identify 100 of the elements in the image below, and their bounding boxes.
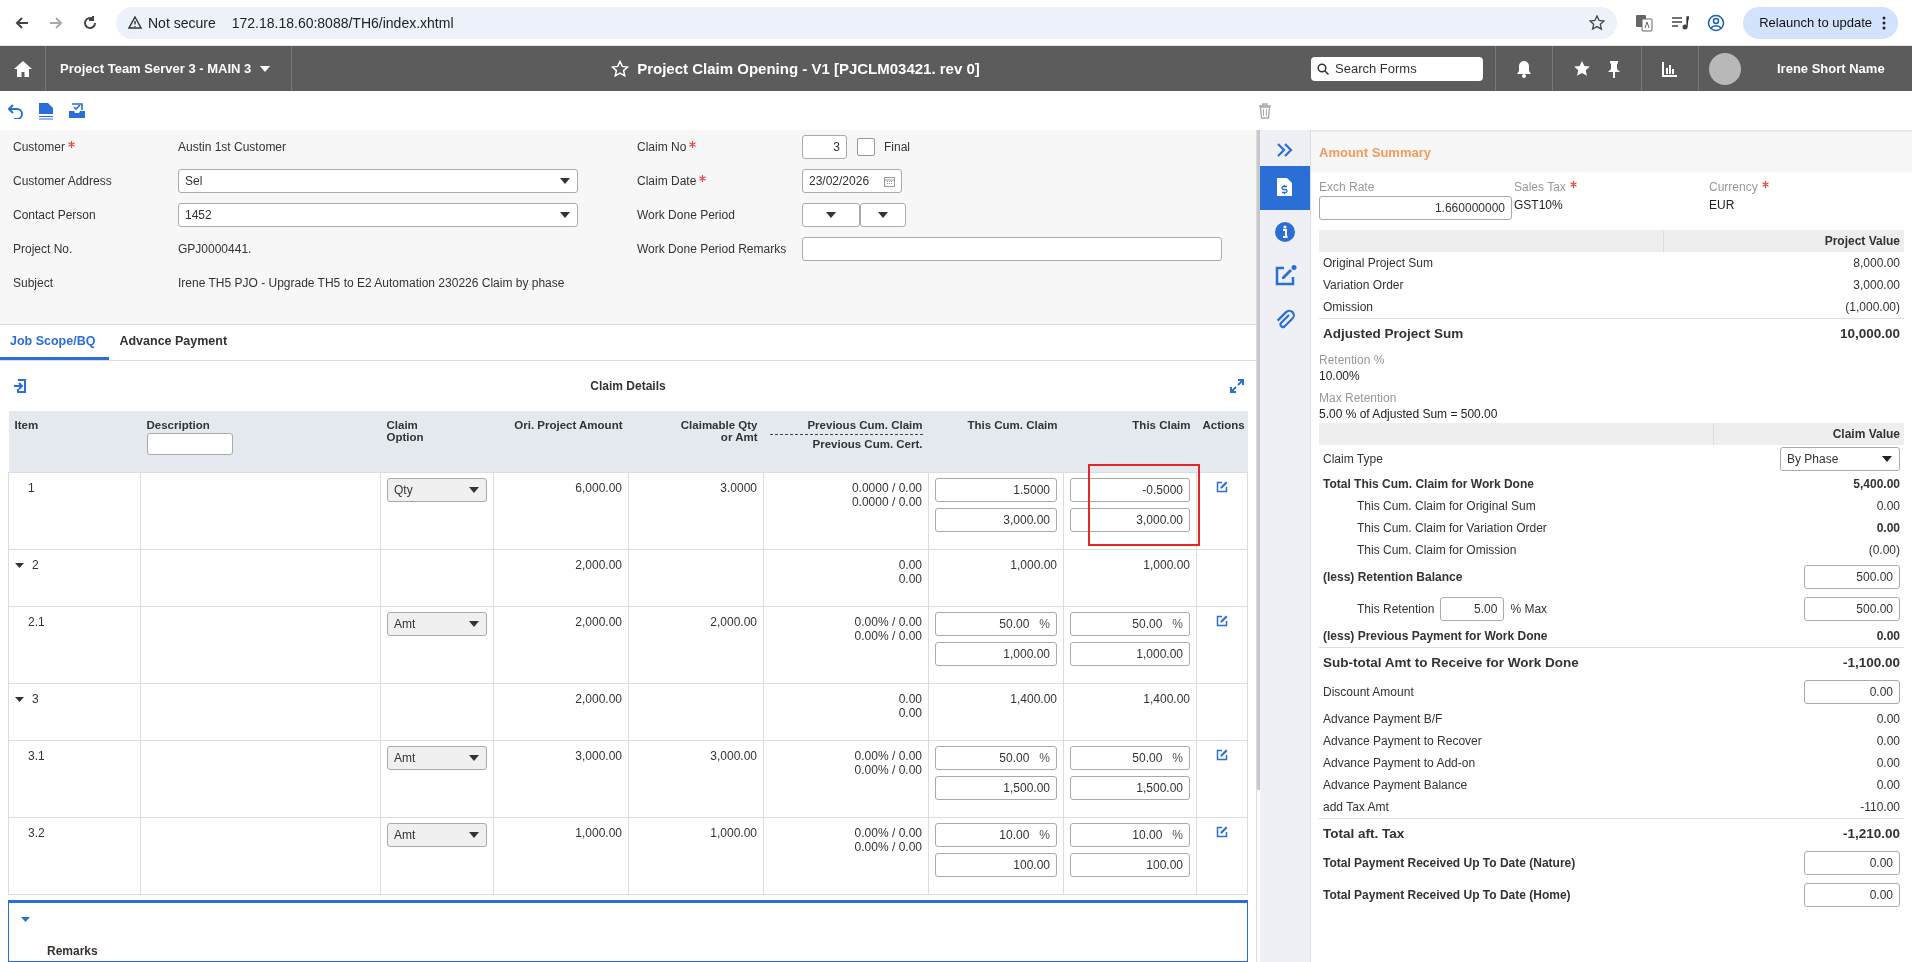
row-value: 0.00 <box>1876 712 1900 726</box>
reload-icon[interactable] <box>82 14 98 31</box>
number-field[interactable]: -0.5000 <box>1070 478 1190 502</box>
table-cell: 2 <box>32 558 39 572</box>
number-field[interactable]: 1,500.00 <box>1070 776 1190 800</box>
bar-chart-icon[interactable] <box>1662 60 1678 77</box>
number-field[interactable]: 10.00 % <box>1070 823 1190 847</box>
edit-icon[interactable] <box>1273 265 1297 287</box>
number-field[interactable]: 0.00 <box>1804 883 1900 907</box>
remarks-field[interactable] <box>802 237 1222 261</box>
table-cell: 3 <box>32 692 39 706</box>
bell-icon[interactable] <box>1516 59 1532 78</box>
edit-icon[interactable] <box>1216 481 1228 493</box>
dropdown[interactable]: Sel <box>178 169 578 193</box>
star-icon[interactable] <box>1573 59 1591 78</box>
import-icon[interactable] <box>14 379 26 393</box>
row-value: 10,000.00 <box>1839 325 1900 341</box>
collapse-chevrons-icon[interactable] <box>1276 142 1294 158</box>
number-field[interactable]: 3 <box>802 135 847 159</box>
translate-icon[interactable] <box>1635 13 1654 32</box>
caret-icon <box>559 211 571 219</box>
date-field[interactable]: 23/02/2026 <box>802 169 902 193</box>
dropdown[interactable]: By Phase <box>1780 447 1900 471</box>
caret-icon <box>259 64 272 73</box>
number-field[interactable]: 0.00 <box>1804 851 1900 875</box>
row-label: add Tax Amt <box>1323 800 1389 814</box>
number-field[interactable]: 3,000.00 <box>935 508 1057 532</box>
dropdown[interactable]: Qty <box>387 478 487 502</box>
media-queue-icon[interactable] <box>1671 14 1690 31</box>
avatar-circle[interactable] <box>1709 52 1741 85</box>
field-value: GPJ0000441. <box>178 242 252 256</box>
filter-field[interactable] <box>146 433 233 455</box>
row-label: Original Project Sum <box>1323 256 1434 270</box>
caret-down-icon[interactable] <box>15 560 24 570</box>
inbox-check-icon[interactable] <box>68 102 86 119</box>
table-cell-text: 1,400.00 <box>1009 692 1057 706</box>
number-field[interactable]: 50.00 % <box>1070 746 1190 770</box>
number-field[interactable]: 1.5000 <box>935 478 1057 502</box>
field-value: Irene TH5 PJO - Upgrade TH5 to E2 Automation 230226 Claim by phase <box>178 276 565 290</box>
column-header: Actions <box>1202 419 1242 431</box>
dropdown[interactable]: 1452 <box>178 203 578 227</box>
bookmark-star-icon[interactable] <box>1589 14 1606 31</box>
number-field[interactable]: 1,000.00 <box>935 642 1057 666</box>
edit-icon[interactable] <box>1216 615 1228 627</box>
table-cell-text: 2,000.00 <box>574 692 622 706</box>
caret-down-icon[interactable] <box>15 694 24 704</box>
tab[interactable]: Job Scope/BQ <box>0 325 110 360</box>
address-bar[interactable]: Not secure 172.18.18.60:8088/TH6/index.xhtml <box>116 6 1618 39</box>
number-field[interactable]: 100.00 <box>1070 853 1190 877</box>
number-field[interactable]: 1.660000000 <box>1319 196 1512 220</box>
file-icon[interactable] <box>38 101 54 120</box>
column-header: Description <box>146 419 211 431</box>
row-label: This Cum. Claim for Original Sum <box>1356 499 1536 513</box>
search-field[interactable]: Search Forms <box>1311 56 1483 81</box>
more-icon <box>1882 15 1886 30</box>
dropdown[interactable]: Amt <box>387 823 487 847</box>
user-name[interactable]: Irene Short Name <box>1777 61 1885 76</box>
edit-icon[interactable] <box>1216 826 1228 838</box>
field-label: Sales Tax <box>1514 180 1566 194</box>
info-icon[interactable] <box>1273 221 1297 243</box>
table-cell-text: 2,000.00 <box>574 558 622 572</box>
number-field[interactable]: 3,000.00 <box>1070 508 1190 532</box>
back-icon[interactable] <box>14 14 30 31</box>
expand-icon[interactable] <box>1230 379 1244 393</box>
field-label: Work Done Period <box>637 208 735 222</box>
dropdown[interactable] <box>860 203 906 227</box>
tab[interactable]: Advance Payment <box>109 325 242 360</box>
table-cell-text: 6,000.00 <box>574 481 622 495</box>
number-field[interactable]: 10.00 % <box>935 823 1057 847</box>
number-field[interactable]: 0.00 <box>1804 680 1900 704</box>
row-value: (1,000.00) <box>1845 300 1900 314</box>
undo-icon[interactable] <box>8 102 24 119</box>
dropdown[interactable]: Amt <box>387 746 487 770</box>
number-field[interactable]: 500.00 <box>1804 597 1900 621</box>
scrollbar[interactable] <box>1257 130 1260 790</box>
relaunch-button[interactable]: Relaunch to update <box>1743 6 1898 39</box>
checkbox[interactable] <box>857 138 875 156</box>
row-label: Advance Payment to Add-on <box>1323 756 1476 770</box>
table-cell: 2.1 <box>28 615 45 629</box>
number-field[interactable]: 100.00 <box>935 853 1057 877</box>
table-cell-text: 1,000.00 <box>1009 558 1057 572</box>
server-selector[interactable]: Project Team Server 3 - MAIN 3 <box>46 46 292 91</box>
table-cell-text: 1,000.00 <box>709 826 757 840</box>
number-field[interactable]: 1,000.00 <box>1070 642 1190 666</box>
dropdown[interactable]: Amt <box>387 612 487 636</box>
edit-icon[interactable] <box>1216 749 1228 761</box>
number-field[interactable]: 50.00 % <box>935 612 1057 636</box>
number-field[interactable]: 500.00 <box>1804 565 1900 589</box>
number-field[interactable]: 50.00 % <box>1070 612 1190 636</box>
field-label: Retention % <box>1319 353 1386 367</box>
favorite-star-icon[interactable] <box>611 59 630 78</box>
home-icon[interactable] <box>12 59 33 78</box>
row-label: Advance Payment to Recover <box>1323 734 1482 748</box>
table-cell-text: 0.00% / 0.00 0.00% / 0.00 <box>853 749 922 777</box>
profile-icon[interactable] <box>1707 13 1726 32</box>
pin-icon[interactable] <box>1607 59 1621 78</box>
number-field[interactable]: 50.00 % <box>935 746 1057 770</box>
number-field[interactable]: 1,500.00 <box>935 776 1057 800</box>
number-field[interactable]: 5.00 <box>1440 597 1505 621</box>
field-value: GST10% <box>1514 198 1564 212</box>
